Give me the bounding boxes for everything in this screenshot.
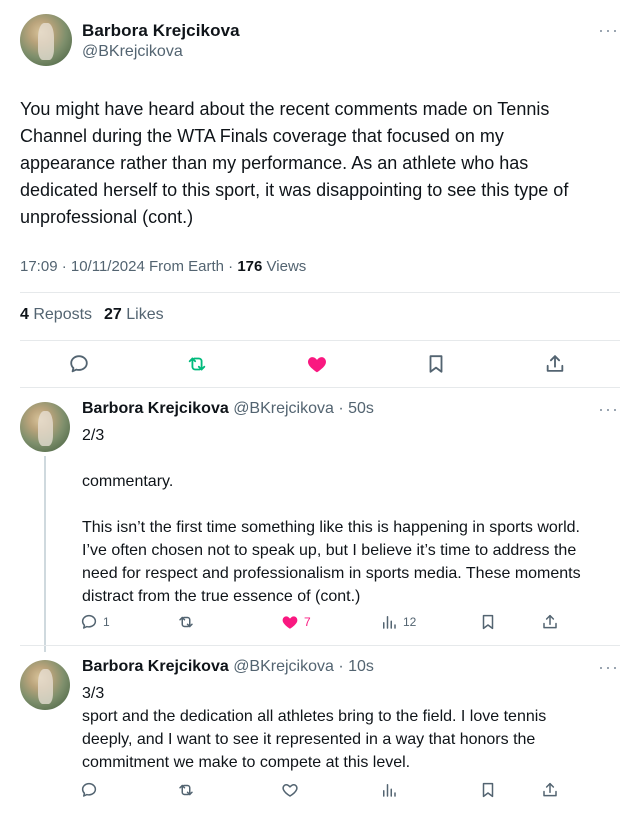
bookmark-icon	[482, 782, 494, 798]
more-options-icon[interactable]: ···	[598, 20, 619, 41]
reply-count: 1	[103, 615, 110, 629]
author-handle[interactable]: @BKrejcikova	[82, 43, 183, 61]
reply-author-handle[interactable]: @BKrejcikova · 10s	[233, 658, 374, 675]
tweet-timestamp: 17:09 · 10/11/2024 From Earth ·	[20, 258, 238, 275]
reply-header: Barbora Krejcikova @BKrejcikova · 10s	[82, 658, 374, 676]
bookmark-action[interactable]	[479, 612, 497, 632]
reposts-stat[interactable]: 4 Reposts	[20, 306, 92, 324]
reply-author-name[interactable]: Barbora Krejcikova	[82, 658, 229, 675]
author-avatar[interactable]	[20, 14, 72, 66]
more-options-icon[interactable]: ···	[598, 657, 619, 678]
reply-icon	[81, 782, 97, 797]
repost-action[interactable]	[177, 780, 195, 800]
reply-header: Barbora Krejcikova @BKrejcikova · 50s	[82, 400, 374, 418]
reply-action[interactable]	[80, 780, 98, 800]
likes-count: 27	[104, 306, 122, 323]
bookmark-icon[interactable]	[425, 353, 447, 375]
likes-stat[interactable]: 27 Likes	[104, 306, 164, 324]
analytics-icon	[383, 784, 396, 797]
divider	[20, 645, 620, 646]
views-action[interactable]	[380, 780, 398, 800]
like-action[interactable]: 7	[281, 612, 311, 632]
tweet-meta: 17:09 · 10/11/2024 From Earth · 176 View…	[20, 258, 306, 275]
reply-avatar[interactable]	[20, 660, 70, 710]
divider	[20, 387, 620, 388]
reply-avatar[interactable]	[20, 402, 70, 452]
author-name[interactable]: Barbora Krejcikova	[82, 21, 240, 41]
reply-author-handle[interactable]: @BKrejcikova · 50s	[233, 400, 374, 417]
reply-text: 3/3 sport and the dedication all athlete…	[82, 685, 547, 771]
repost-icon	[179, 616, 193, 628]
repost-icon[interactable]	[186, 353, 208, 375]
reply-text: 2/3 commentary. This isn’t the first tim…	[82, 427, 581, 605]
divider	[20, 340, 620, 341]
share-action[interactable]	[541, 612, 559, 632]
share-icon	[543, 782, 557, 797]
like-count: 7	[304, 615, 311, 629]
reply-icon	[81, 614, 97, 629]
bookmark-action[interactable]	[479, 780, 497, 800]
thread-line	[44, 456, 46, 652]
reply-icon[interactable]	[68, 353, 90, 375]
divider	[20, 292, 620, 293]
tweet-text: You might have heard about the recent co…	[20, 99, 569, 227]
share-action[interactable]	[541, 780, 559, 800]
share-icon[interactable]	[544, 353, 566, 375]
like-action[interactable]	[281, 780, 299, 800]
bookmark-icon	[482, 614, 494, 630]
like-icon[interactable]	[306, 353, 328, 375]
share-icon	[543, 614, 557, 629]
reply-action[interactable]: 1	[80, 612, 110, 632]
views-action[interactable]: 12	[380, 612, 416, 632]
analytics-icon	[383, 616, 396, 629]
repost-action[interactable]	[177, 612, 195, 632]
repost-icon	[179, 784, 193, 796]
views-count: 12	[403, 615, 417, 629]
likes-label: Likes	[121, 306, 164, 323]
views-count: 176	[237, 258, 263, 275]
views-label: Views	[262, 258, 307, 275]
more-options-icon[interactable]: ···	[598, 399, 619, 420]
reply-author-name[interactable]: Barbora Krejcikova	[82, 400, 229, 417]
reposts-count: 4	[20, 306, 29, 323]
like-icon	[282, 616, 298, 629]
like-icon	[282, 784, 298, 797]
reposts-label: Reposts	[28, 306, 93, 323]
